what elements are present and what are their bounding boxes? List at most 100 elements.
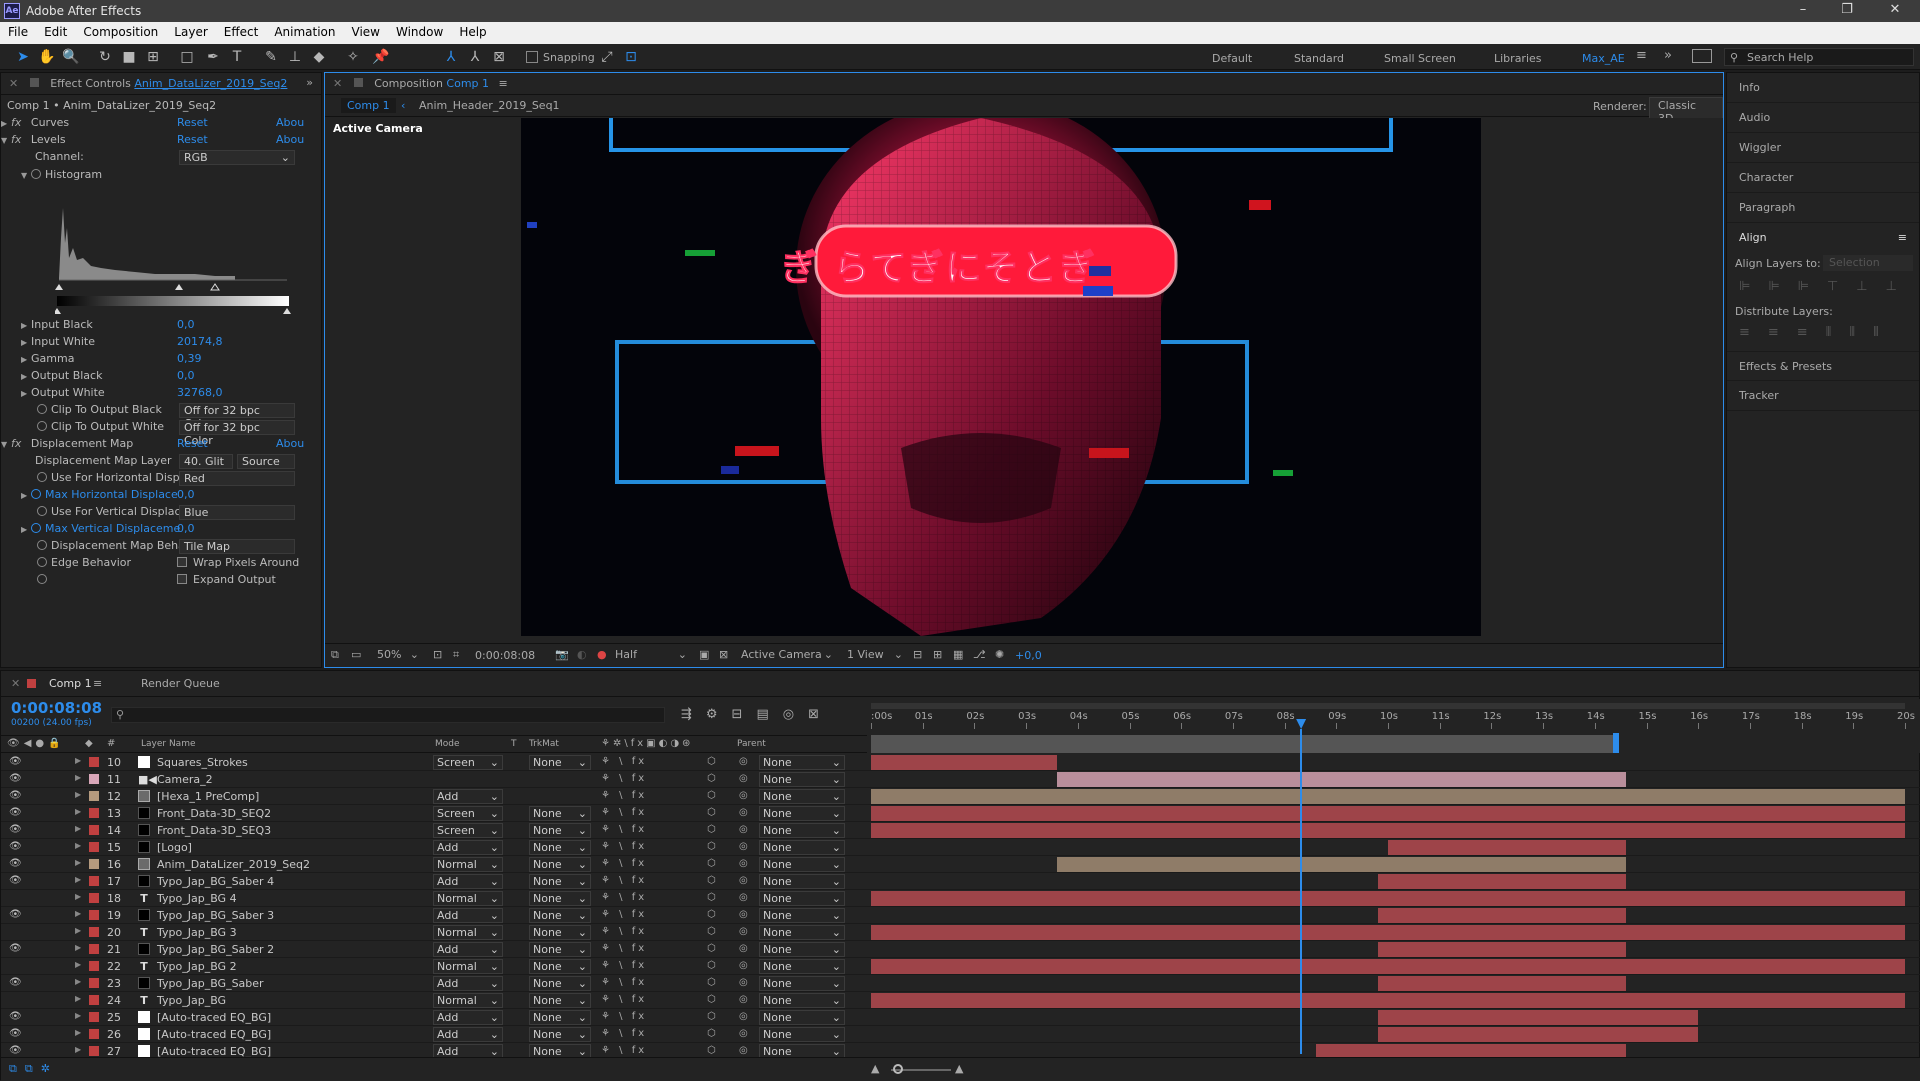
layer-duration-bar[interactable]: [1057, 857, 1626, 872]
visibility-eye-icon[interactable]: 👁: [9, 1028, 22, 1039]
trkmat-dropdown[interactable]: None ⌄: [529, 806, 591, 821]
layer-duration-bar[interactable]: [1057, 772, 1626, 787]
world-axis-icon[interactable]: ⅄: [466, 48, 484, 66]
histogram-graph[interactable]: [55, 188, 291, 298]
gamma-value[interactable]: 0,39: [177, 352, 202, 369]
layer-switches[interactable]: ⚘ \ fx: [601, 773, 647, 784]
composition-menu-icon[interactable]: ≡: [499, 77, 508, 90]
input-black-value[interactable]: 0,0: [177, 318, 195, 335]
align-menu-icon[interactable]: ≡: [1898, 231, 1907, 244]
label-color-swatch[interactable]: [89, 774, 99, 784]
snapping-checkbox[interactable]: [526, 51, 538, 63]
label-color-swatch[interactable]: [89, 961, 99, 971]
visibility-eye-icon[interactable]: 👁: [9, 943, 22, 954]
layer-row[interactable]: 👁 ▶ 10 Squares_Strokes Screen ⌄ None ⌄ ⚘ \ fx ⬡ ◎ N…: [1, 754, 1920, 771]
expand-output-row[interactable]: Expand Output: [177, 573, 276, 590]
brush-tool-icon[interactable]: ✎: [262, 48, 280, 66]
layer-switches[interactable]: ⚘ \ fx: [601, 892, 647, 903]
layer-switches[interactable]: ⚘ \ fx: [601, 1028, 647, 1039]
output-black-value[interactable]: 0,0: [177, 369, 195, 386]
visibility-eye-icon[interactable]: 👁: [9, 858, 22, 869]
blend-mode-dropdown[interactable]: Add ⌄: [433, 908, 503, 923]
selection-tool-icon[interactable]: ➤: [14, 48, 32, 66]
menu-view[interactable]: View: [344, 22, 388, 39]
eraser-tool-icon[interactable]: ◆: [310, 48, 328, 66]
visibility-eye-icon[interactable]: 👁: [9, 790, 22, 801]
3d-layer-icon[interactable]: ⬡: [707, 875, 716, 886]
expand-twirl-icon[interactable]: ▶: [75, 824, 81, 833]
trkmat-dropdown[interactable]: None ⌄: [529, 823, 591, 838]
render-queue-tab[interactable]: Render Queue: [141, 677, 220, 690]
blend-mode-dropdown[interactable]: Add ⌄: [433, 1010, 503, 1025]
label-column-icon[interactable]: ◆: [85, 738, 93, 749]
timeline-close-icon[interactable]: ✕: [11, 677, 20, 690]
label-color-swatch[interactable]: [89, 893, 99, 903]
layer-row[interactable]: 👁 ▶ 16 Anim_DataLizer_2019_Seq2 Normal ⌄ None ⌄…: [1, 856, 1920, 873]
3d-layer-icon[interactable]: ⬡: [707, 790, 716, 801]
layer-duration-bar[interactable]: [1377, 874, 1626, 889]
label-color-swatch[interactable]: [89, 944, 99, 954]
time-ruler[interactable]: :00s 01s 02s 03s 04s 05s 06s 07s 08s 09s 10s 11s 12s…: [867, 699, 1920, 753]
layer-name[interactable]: Typo_Jap_BG 2: [157, 960, 237, 973]
blend-mode-dropdown[interactable]: Screen ⌄: [433, 806, 503, 821]
input-white-value[interactable]: 20174,8: [177, 335, 223, 352]
expand-twirl-icon[interactable]: ▶: [75, 790, 81, 799]
parent-dropdown[interactable]: None ⌄: [759, 942, 845, 957]
expand-twirl-icon[interactable]: ▶: [75, 994, 81, 1003]
blend-mode-dropdown[interactable]: Add ⌄: [433, 976, 503, 991]
reset-exposure-icon[interactable]: ✺: [995, 648, 1004, 661]
displacement-about-link[interactable]: Abou: [276, 437, 304, 454]
panel-toggle-icon[interactable]: [1692, 49, 1712, 63]
effect-curves[interactable]: ▶ fx Curves: [1, 116, 69, 133]
nav-anim-header[interactable]: Anim_Header_2019_Seq1: [419, 99, 560, 112]
type-tool-icon[interactable]: T: [228, 48, 246, 66]
clone-stamp-tool-icon[interactable]: ⊥: [286, 48, 304, 66]
parent-dropdown[interactable]: None ⌄: [759, 840, 845, 855]
layer-row[interactable]: ▶ 24 T Typo_Jap_BG Normal ⌄ None ⌄ ⚘ \ fx ⬡ ◎ None ⌄: [1, 992, 1920, 1009]
always-preview-icon[interactable]: ⧉: [331, 648, 339, 662]
close-icon[interactable]: ✕: [1880, 2, 1910, 20]
layer-duration-bar[interactable]: [871, 959, 1905, 974]
blend-mode-dropdown[interactable]: Screen ⌄: [433, 823, 503, 838]
layer-duration-bar[interactable]: [1377, 976, 1626, 991]
timeline-icon[interactable]: ▦: [953, 648, 963, 661]
expand-twirl-icon[interactable]: ▶: [75, 943, 81, 952]
blend-mode-dropdown[interactable]: Screen ⌄: [433, 755, 503, 770]
menu-edit[interactable]: Edit: [36, 22, 75, 39]
lock-icon[interactable]: [29, 78, 39, 87]
effect-controls-tab[interactable]: ✕ Effect Controls Anim_DataLizer_2019_Se…: [1, 73, 321, 95]
wrap-pixels-row[interactable]: Wrap Pixels Around: [177, 556, 299, 573]
3d-layer-icon[interactable]: ⬡: [707, 1045, 716, 1056]
trkmat-dropdown[interactable]: None ⌄: [529, 942, 591, 957]
trkmat-dropdown[interactable]: None ⌄: [529, 908, 591, 923]
trkmat-dropdown[interactable]: None ⌄: [529, 993, 591, 1008]
parent-dropdown[interactable]: None ⌄: [759, 806, 845, 821]
align-buttons-icon[interactable]: ⊫⊫⊫⊤⊥⊥: [1739, 279, 1915, 294]
menu-layer[interactable]: Layer: [166, 22, 215, 39]
trkmat-dropdown[interactable]: None ⌄: [529, 857, 591, 872]
fast-preview-icon[interactable]: ⊞: [933, 648, 942, 661]
layer-duration-bar[interactable]: [1377, 1027, 1699, 1042]
parent-dropdown[interactable]: None ⌄: [759, 1010, 845, 1025]
visibility-eye-icon[interactable]: 👁: [9, 807, 22, 818]
composition-lock-icon[interactable]: [353, 78, 363, 87]
label-color-swatch[interactable]: [89, 808, 99, 818]
pick-whip-icon[interactable]: ◎: [739, 960, 748, 971]
channel-icon[interactable]: ●: [597, 648, 607, 661]
histogram-header[interactable]: ▼ Histogram: [21, 168, 102, 185]
align-panel-header[interactable]: Align ≡: [1727, 223, 1919, 253]
layer-switches[interactable]: ⚘ \ fx: [601, 943, 647, 954]
restore-icon[interactable]: ❐: [1832, 2, 1862, 20]
camera-dropdown[interactable]: Active Camera ⌄: [737, 647, 837, 662]
visibility-eye-icon[interactable]: 👁: [9, 773, 22, 784]
layer-row[interactable]: 👁 ▶ 13 Front_Data-3D_SEQ2 Screen ⌄ None ⌄ ⚘ \ fx…: [1, 805, 1920, 822]
effects-presets-panel[interactable]: Effects & Presets: [1727, 351, 1919, 381]
layer-duration-bar[interactable]: [871, 993, 1905, 1008]
snap-features-icon[interactable]: ⊡: [622, 48, 640, 66]
pick-whip-icon[interactable]: ◎: [739, 756, 748, 767]
behavior-dropdown[interactable]: Tile Map: [179, 539, 295, 554]
layer-switches[interactable]: ⚘ \ fx: [601, 824, 647, 835]
show-snapshot-icon[interactable]: ◐: [577, 648, 587, 661]
layer-row[interactable]: 👁 ▶ 19 Typo_Jap_BG_Saber 3 Add ⌄ None ⌄ ⚘ \ fx ⬡ ◎…: [1, 907, 1920, 924]
label-color-swatch[interactable]: [89, 995, 99, 1005]
